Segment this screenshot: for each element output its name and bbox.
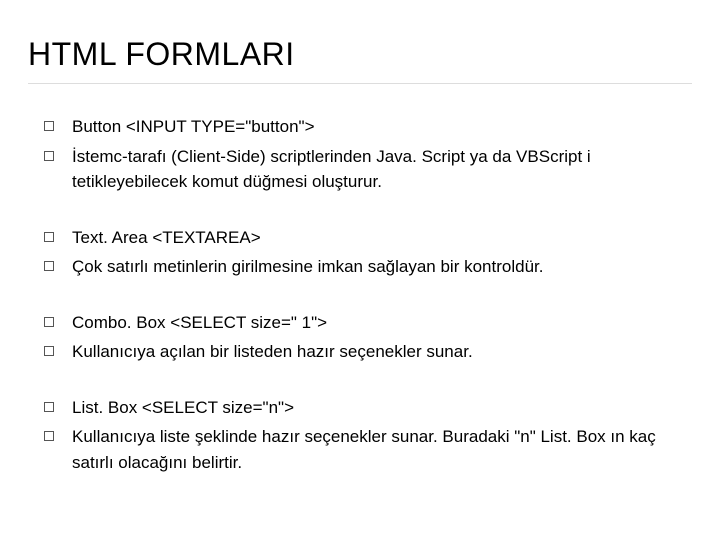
square-bullet-icon bbox=[44, 317, 54, 327]
list-item-text: Çok satırlı metinlerin girilmesine imkan… bbox=[72, 254, 692, 280]
square-bullet-icon bbox=[44, 261, 54, 271]
list-item-text: Combo. Box <SELECT size=" 1"> bbox=[72, 310, 692, 336]
list-item: Kullanıcıya liste şeklinde hazır seçenek… bbox=[28, 424, 692, 475]
list-item: Çok satırlı metinlerin girilmesine imkan… bbox=[28, 254, 692, 280]
list-item-text: Button <INPUT TYPE="button"> bbox=[72, 114, 692, 140]
page-title: HTML FORMLARI bbox=[28, 36, 692, 84]
square-bullet-icon bbox=[44, 121, 54, 131]
list-item: Kullanıcıya açılan bir listeden hazır se… bbox=[28, 339, 692, 365]
square-bullet-icon bbox=[44, 151, 54, 161]
list-item: Text. Area <TEXTAREA> bbox=[28, 225, 692, 251]
list-item: List. Box <SELECT size="n"> bbox=[28, 395, 692, 421]
content-area: Button <INPUT TYPE="button"> İstemc-taraf… bbox=[28, 114, 692, 475]
square-bullet-icon bbox=[44, 232, 54, 242]
bullet-group: Button <INPUT TYPE="button"> İstemc-taraf… bbox=[28, 114, 692, 195]
list-item-text: Text. Area <TEXTAREA> bbox=[72, 225, 692, 251]
list-item-text: Kullanıcıya açılan bir listeden hazır se… bbox=[72, 339, 692, 365]
square-bullet-icon bbox=[44, 402, 54, 412]
list-item-text: List. Box <SELECT size="n"> bbox=[72, 395, 692, 421]
square-bullet-icon bbox=[44, 431, 54, 441]
bullet-group: Combo. Box <SELECT size=" 1"> Kullanıcıya… bbox=[28, 310, 692, 365]
list-item: Combo. Box <SELECT size=" 1"> bbox=[28, 310, 692, 336]
list-item: İstemc-tarafı (Client-Side) scriptlerind… bbox=[28, 144, 692, 195]
list-item: Button <INPUT TYPE="button"> bbox=[28, 114, 692, 140]
bullet-group: List. Box <SELECT size="n"> Kullanıcıya l… bbox=[28, 395, 692, 476]
list-item-text: Kullanıcıya liste şeklinde hazır seçenek… bbox=[72, 424, 692, 475]
bullet-group: Text. Area <TEXTAREA> Çok satırlı metinle… bbox=[28, 225, 692, 280]
square-bullet-icon bbox=[44, 346, 54, 356]
list-item-text: İstemc-tarafı (Client-Side) scriptlerind… bbox=[72, 144, 692, 195]
